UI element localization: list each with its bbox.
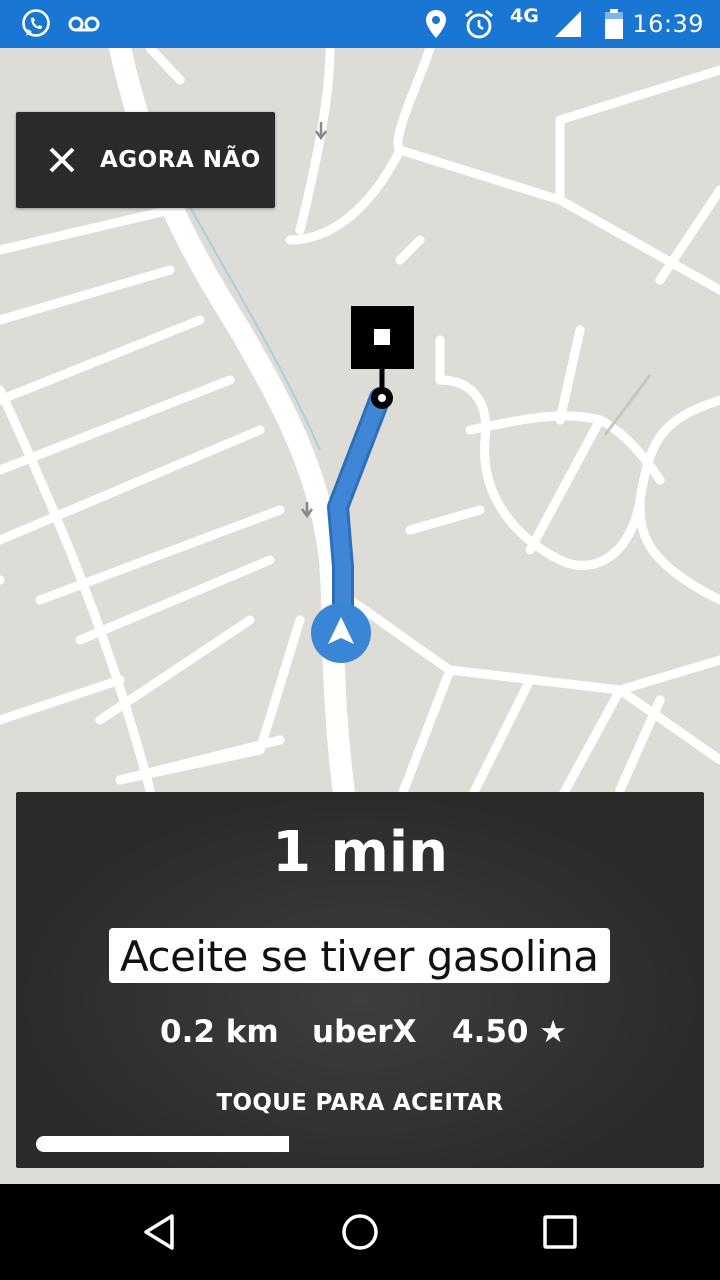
close-icon [46,144,78,176]
pickup-eta: 1 min [272,820,448,885]
trip-request-card[interactable]: 1 min Aceite se tiver gasolina 0.2 km ub… [16,792,704,1168]
dismiss-label: AGORA NÃO [100,147,261,173]
navigation-bar [0,1184,720,1280]
dismiss-button[interactable]: AGORA NÃO [16,112,275,208]
rider-rating: 4.50 ★ [452,1014,568,1050]
alarm-icon [462,8,496,40]
trip-stats: 0.2 km uberX 4.50 ★ [16,1014,704,1054]
location-icon [424,8,448,40]
status-bar: 4G 16:39 [0,0,720,48]
accept-prompt: TOQUE PARA ACEITAR [216,1090,504,1116]
whatsapp-icon [18,8,54,40]
accept-timer-bar [36,1136,684,1152]
home-icon[interactable] [336,1208,384,1256]
current-location-marker [311,603,371,663]
clock-time: 16:39 [632,10,704,38]
rider-note-text: Aceite se tiver gasolina [120,932,599,981]
voicemail-icon [66,8,102,40]
battery-icon [602,8,626,40]
signal-icon [552,8,584,40]
recents-icon[interactable] [536,1208,584,1256]
rider-note-box: Aceite se tiver gasolina [109,928,610,983]
network-type-label: 4G [510,5,539,27]
accept-timer-fill [36,1136,289,1152]
back-icon[interactable] [136,1208,184,1256]
product-name: uberX [312,1014,417,1050]
pickup-distance: 0.2 km [160,1014,279,1050]
